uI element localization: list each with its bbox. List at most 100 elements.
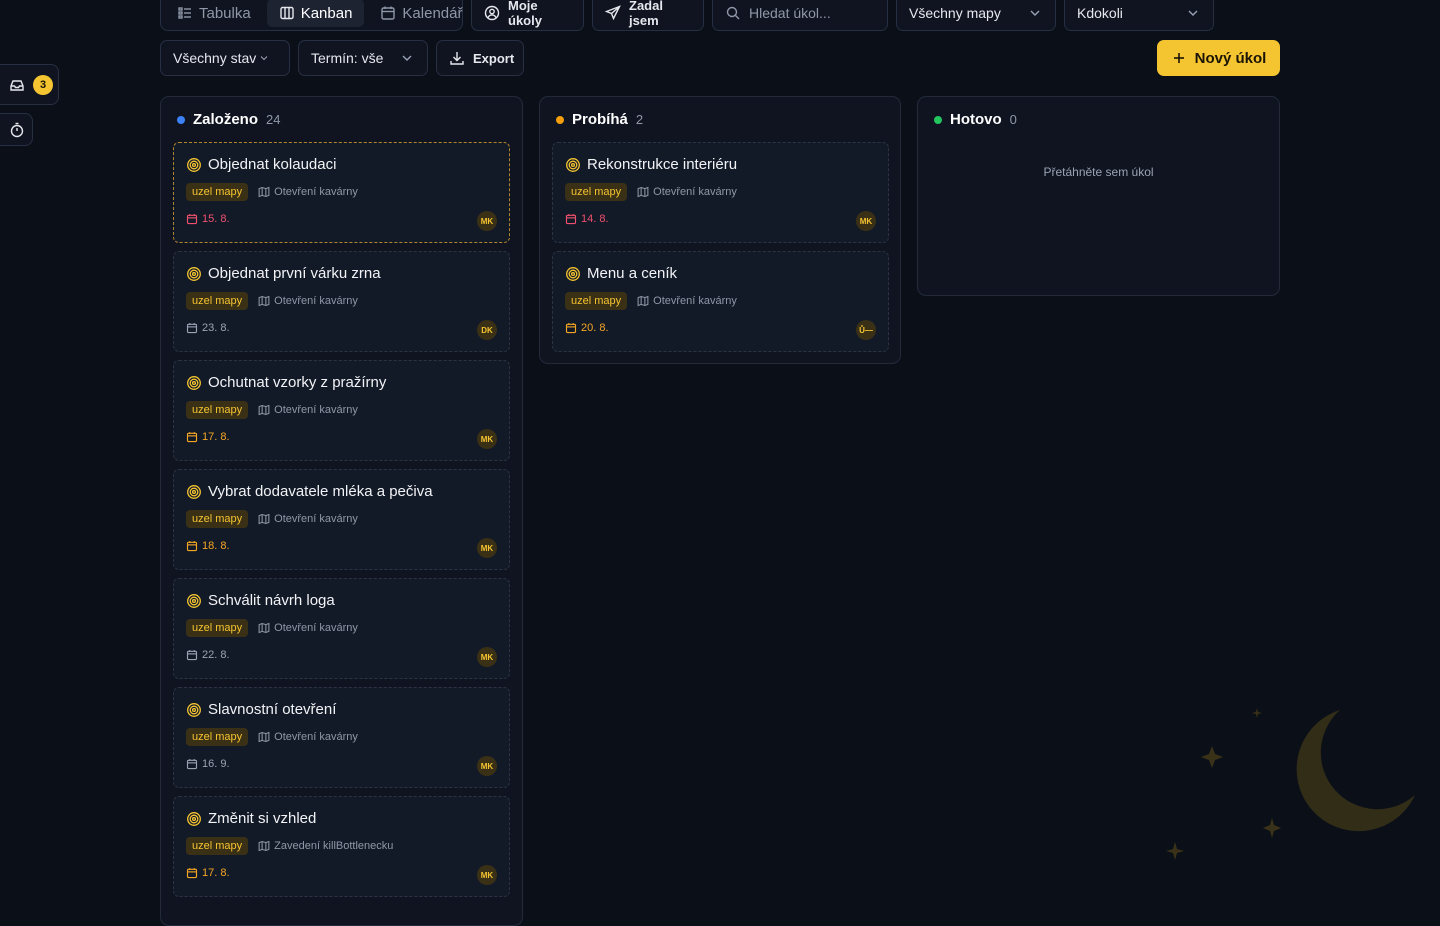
calendar-icon [186, 868, 198, 879]
column-count: 0 [1009, 112, 1017, 127]
map-link[interactable]: Otevření kavárny [258, 731, 358, 743]
map-icon [258, 186, 270, 198]
calendar-icon [565, 214, 577, 225]
calendar-icon [186, 323, 198, 334]
node-tag: uzel mapy [186, 728, 249, 746]
assignee-avatar[interactable]: MK [477, 865, 497, 885]
due-date-text: 17. 8. [202, 431, 230, 443]
task-title-row: Menu a ceník [565, 265, 677, 282]
due-date: 16. 9. [186, 758, 230, 770]
my-tasks-button[interactable]: Moje úkoly [471, 0, 584, 31]
map-icon [637, 186, 649, 198]
target-icon [566, 157, 580, 172]
task-title-row: Rekonstrukce interiéru [565, 156, 737, 173]
due-date-text: 23. 8. [202, 322, 230, 334]
chevron-down-icon [402, 55, 412, 61]
task-tags: uzel mapy Otevření kavárny [186, 619, 358, 637]
map-link[interactable]: Otevření kavárny [258, 186, 358, 198]
task-card[interactable]: Objednat první várku zrna uzel mapy Otevře… [173, 251, 510, 352]
task-card[interactable]: Vybrat dodavatele mléka a pečiva uzel map… [173, 469, 510, 570]
target-icon [566, 266, 580, 281]
new-task-button[interactable]: Nový úkol [1157, 40, 1280, 76]
task-card[interactable]: Slavnostní otevření uzel mapy Otevření kav… [173, 687, 510, 788]
assignee-avatar[interactable]: MK [477, 647, 497, 667]
task-card[interactable]: Objednat kolaudaci uzel mapy Otevření kavá… [173, 142, 510, 243]
task-tags: uzel mapy Otevření kavárny [186, 183, 358, 201]
due-date: 22. 8. [186, 649, 230, 661]
tab-label: Kalendář [402, 4, 463, 22]
map-name: Otevření kavárny [653, 186, 737, 198]
due-date-text: 22. 8. [202, 649, 230, 661]
tab-label: Kanban [300, 4, 353, 22]
map-link[interactable]: Otevření kavárny [637, 186, 737, 198]
timer-button[interactable] [0, 113, 33, 146]
task-tags: uzel mapy Otevření kavárny [565, 292, 737, 310]
tab-kalendar[interactable]: Kalendář [368, 0, 474, 27]
status-filter-value: Všechny stav [173, 50, 257, 66]
task-title: Vybrat dodavatele mléka a pečiva [208, 483, 433, 500]
node-tag: uzel mapy [186, 401, 249, 419]
map-name: Otevření kavárny [274, 404, 358, 416]
map-link[interactable]: Zavedení killBottlenecku [258, 840, 393, 852]
assignee-avatar[interactable]: MK [477, 429, 497, 449]
target-icon [187, 811, 201, 826]
assigned-by-me-button[interactable]: Zadal jsem [592, 0, 704, 31]
column-header: Probíhá 2 [556, 111, 643, 128]
task-title-row: Vybrat dodavatele mléka a pečiva [186, 483, 433, 500]
target-icon [187, 157, 201, 172]
column-header: Hotovo 0 [934, 111, 1017, 128]
node-tag: uzel mapy [186, 510, 249, 528]
inbox-button[interactable]: 3 [0, 64, 59, 105]
task-card[interactable]: Rekonstrukce interiéru uzel mapy Otevření … [552, 142, 889, 243]
map-icon [258, 513, 270, 525]
task-title-row: Ochutnat vzorky z pražírny [186, 374, 386, 391]
deadline-filter-select[interactable]: Termín: vše [298, 40, 428, 76]
task-title-row: Schválit návrh loga [186, 592, 335, 609]
search-input[interactable]: Hledat úkol... [712, 0, 888, 31]
map-link[interactable]: Otevření kavárny [258, 295, 358, 307]
task-card[interactable]: Změnit si vzhled uzel mapy Zavedení killBo… [173, 796, 510, 897]
assignee-avatar[interactable]: Ů— [856, 320, 876, 340]
task-tags: uzel mapy Otevření kavárny [186, 401, 358, 419]
assignee-avatar[interactable]: MK [477, 211, 497, 231]
due-date-text: 20. 8. [581, 322, 609, 334]
map-link[interactable]: Otevření kavárny [637, 295, 737, 307]
status-filter-select[interactable]: Všechny stav [160, 40, 290, 76]
map-icon [258, 731, 270, 743]
task-title: Menu a ceník [587, 265, 678, 282]
task-card[interactable]: Ochutnat vzorky z pražírny uzel mapy Otevř… [173, 360, 510, 461]
assignee-filter-select[interactable]: Kdokoli [1064, 0, 1214, 31]
map-link[interactable]: Otevření kavárny [258, 622, 358, 634]
plus-icon [1173, 53, 1184, 63]
download-icon [450, 52, 464, 65]
assignee-avatar[interactable]: MK [477, 756, 497, 776]
inbox-icon [10, 79, 24, 91]
assignee-avatar[interactable]: DK [477, 320, 497, 340]
assignee-avatar[interactable]: MK [856, 211, 876, 231]
due-date: 20. 8. [565, 322, 609, 334]
map-link[interactable]: Otevření kavárny [258, 513, 358, 525]
task-card[interactable]: Schválit návrh loga uzel mapy Otevření kav… [173, 578, 510, 679]
maps-filter-select[interactable]: Všechny mapy [896, 0, 1056, 31]
task-card[interactable]: Menu a ceník uzel mapy Otevření kavárny 20.… [552, 251, 889, 352]
moon-decoration-icon [1166, 708, 1415, 860]
send-icon [605, 5, 621, 21]
task-tags: uzel mapy Otevření kavárny [186, 510, 358, 528]
due-date: 17. 8. [186, 431, 230, 443]
export-label: Export [473, 50, 515, 66]
task-tags: uzel mapy Zavedení killBottlenecku [186, 837, 393, 855]
map-icon [258, 622, 270, 634]
target-icon [187, 484, 201, 499]
map-link[interactable]: Otevření kavárny [258, 404, 358, 416]
assignee-avatar[interactable]: MK [477, 538, 497, 558]
node-tag: uzel mapy [565, 292, 628, 310]
due-date: 17. 8. [186, 867, 230, 879]
due-date: 23. 8. [186, 322, 230, 334]
target-icon [187, 702, 201, 717]
search-icon [726, 6, 740, 20]
export-button[interactable]: Export [436, 40, 524, 76]
list-icon [178, 7, 191, 19]
map-icon [258, 840, 270, 852]
tab-kanban[interactable]: Kanban [266, 0, 365, 27]
tab-tabulka[interactable]: Tabulka [165, 0, 263, 27]
